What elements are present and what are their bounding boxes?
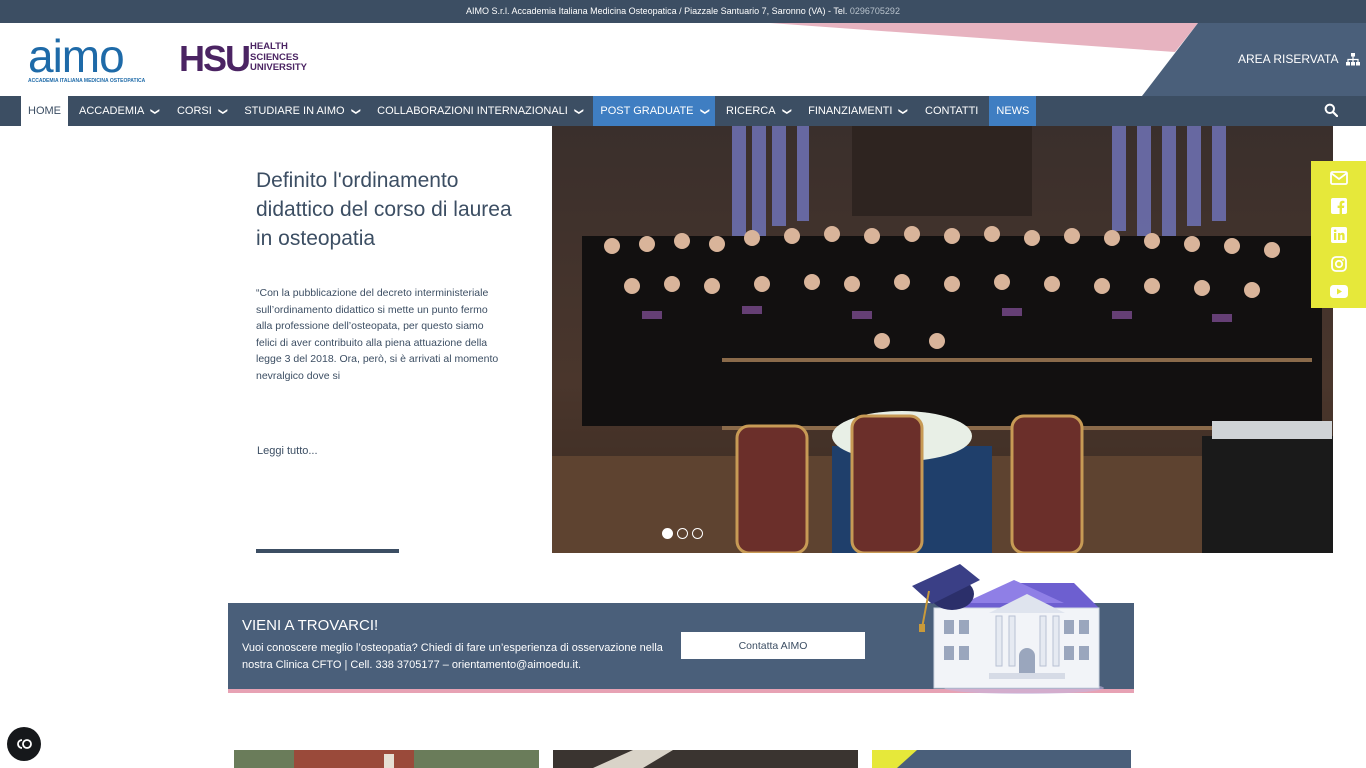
hsu-logo-text: HSU [179, 38, 251, 79]
area-riservata-link[interactable]: AREA RISERVATA [1238, 52, 1361, 66]
aimo-logo[interactable]: aimo ACCADEMIA ITALIANA MEDICINA OSTEOPA… [28, 30, 154, 87]
hero-excerpt: “Con la pubblicazione del decreto interm… [256, 287, 499, 382]
hero-title: Definito l'ordinamento didattico del cor… [256, 169, 512, 250]
aimo-logo-subtitle: ACCADEMIA ITALIANA MEDICINA OSTEOPATICA [28, 78, 146, 84]
social-sidebar [1311, 161, 1366, 308]
nav-label: NEWS [996, 105, 1030, 117]
search-icon[interactable] [1324, 103, 1338, 117]
chevron-down-icon: ❯ [781, 107, 792, 115]
hsu-line-university: UNIVERSITY [250, 62, 308, 73]
nav-label: STUDIARE IN AIMO [244, 105, 345, 117]
nav-label: FINANZIAMENTI [808, 105, 893, 117]
read-more-link[interactable]: Leggi tutto... [257, 445, 318, 457]
mail-icon[interactable] [1329, 171, 1348, 186]
chevron-down-icon: ❯ [699, 107, 710, 115]
cookie-settings-icon [17, 739, 32, 749]
linkedin-icon[interactable] [1330, 226, 1347, 243]
chevron-down-icon: ❯ [574, 107, 585, 115]
graduation-photo [552, 126, 1333, 553]
banner-text: Vuoi conoscere meglio l’osteopatia? Chie… [242, 642, 663, 671]
chevron-down-icon: ❯ [150, 107, 161, 115]
main-navigation: HOME ACCADEMIA ❯ CORSI ❯ STUDIARE IN AIMO ❯… [0, 96, 1366, 126]
nav-label: ACCADEMIA [79, 105, 145, 117]
contact-info-text: AIMO S.r.l. Accademia Italiana Medicina … [466, 6, 850, 16]
hsu-logo-subtitle: HEALTH SCIENCES UNIVERSITY [250, 41, 308, 74]
slider-dot[interactable] [692, 528, 703, 539]
nav-item-home[interactable]: HOME [21, 96, 68, 126]
slider-dots [662, 528, 703, 539]
nav-label: CORSI [176, 105, 212, 117]
nav-item-ricerca[interactable]: RICERCA ❯ [719, 96, 797, 126]
nav-item-contatti[interactable]: CONTATTI [918, 96, 985, 126]
chevron-down-icon: ❯ [898, 107, 909, 115]
chevron-down-icon: ❯ [350, 107, 361, 115]
sitemap-icon [1346, 52, 1361, 65]
hsu-logo[interactable]: HSU HEALTH SCIENCES UNIVERSITY [179, 38, 319, 80]
nav-label: HOME [28, 105, 61, 117]
youtube-icon[interactable] [1329, 284, 1348, 298]
contatta-aimo-button[interactable]: Contatta AIMO [681, 632, 865, 659]
area-riservata-label: AREA RISERVATA [1238, 52, 1339, 66]
card-image-3[interactable] [872, 750, 1131, 768]
nav-label: RICERCA [726, 105, 776, 117]
nav-item-collaborazioni[interactable]: COLLABORAZIONI INTERNAZIONALI ❯ [370, 96, 589, 126]
instagram-icon[interactable] [1330, 255, 1347, 272]
hero-slider-image[interactable] [552, 126, 1333, 553]
hero-text-block: Definito l'ordinamento didattico del cor… [256, 166, 516, 253]
phone-link[interactable]: 0296705292 [850, 6, 900, 16]
site-header: aimo ACCADEMIA ITALIANA MEDICINA OSTEOPA… [0, 23, 1366, 96]
nav-item-corsi[interactable]: CORSI ❯ [170, 96, 233, 126]
nav-label: COLLABORAZIONI INTERNAZIONALI [377, 105, 568, 117]
cookie-preferences-button[interactable] [7, 727, 41, 761]
nav-item-accademia[interactable]: ACCADEMIA ❯ [72, 96, 166, 126]
slider-dot[interactable] [662, 528, 673, 539]
banner-title: VIENI A TROVARCI! [242, 617, 379, 634]
nav-label: POST GRADUATE [600, 105, 694, 117]
nav-item-studiare-in-aimo[interactable]: STUDIARE IN AIMO ❯ [237, 96, 366, 126]
card-image-2[interactable] [553, 750, 858, 768]
hsu-line-health: HEALTH [250, 41, 288, 52]
top-info-bar: AIMO S.r.l. Accademia Italiana Medicina … [0, 0, 1366, 23]
aimo-logo-text: aimo [28, 30, 125, 82]
chevron-down-icon: ❯ [218, 107, 229, 115]
university-building-illustration [912, 564, 1104, 694]
nav-item-post-graduate[interactable]: POST GRADUATE ❯ [593, 96, 716, 126]
facebook-icon[interactable] [1330, 198, 1347, 215]
hero-underline [256, 549, 399, 553]
card-image-1[interactable] [234, 750, 539, 768]
nav-item-news[interactable]: NEWS [989, 96, 1037, 126]
nav-item-finanziamenti[interactable]: FINANZIAMENTI ❯ [801, 96, 914, 126]
slider-dot[interactable] [677, 528, 688, 539]
nav-label: CONTATTI [925, 105, 979, 117]
